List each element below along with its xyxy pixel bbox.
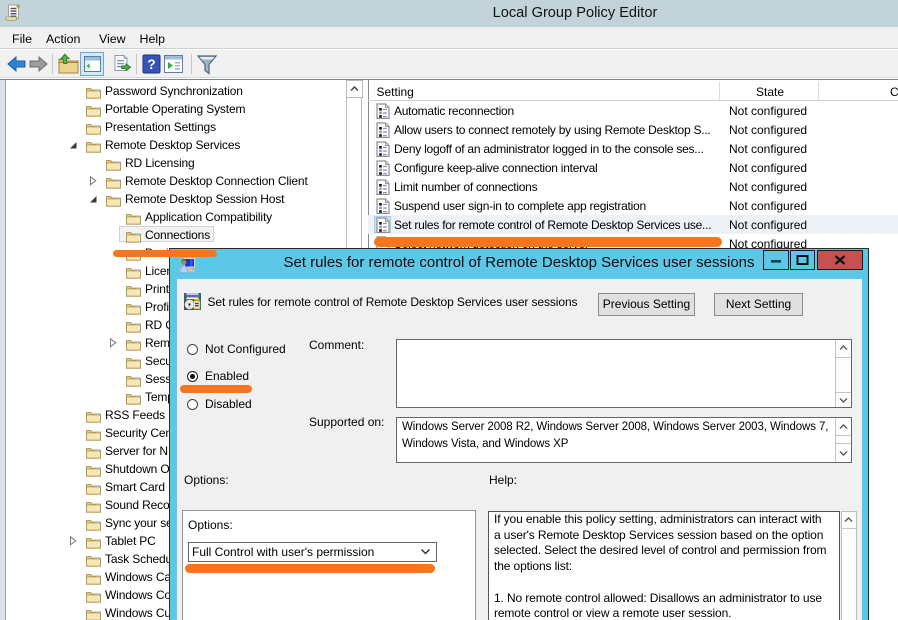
svg-text:?: ? — [147, 57, 155, 72]
